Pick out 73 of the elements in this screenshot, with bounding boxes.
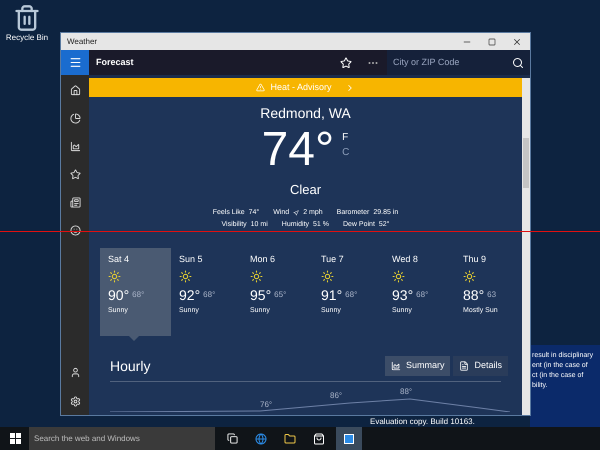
document-icon <box>459 361 470 371</box>
high-temperature: 95° <box>250 286 272 305</box>
settings-icon[interactable] <box>70 396 80 407</box>
sun-icon <box>321 270 334 283</box>
sun-icon <box>392 270 405 283</box>
build-status-text: Evaluation copy. Build 10163. <box>370 416 475 428</box>
chart-icon[interactable] <box>70 141 80 152</box>
close-icon[interactable] <box>512 36 522 46</box>
warning-icon <box>256 83 266 92</box>
smiley-icon[interactable] <box>70 225 80 236</box>
day-name: Mon 6 <box>250 252 276 266</box>
maximize-icon[interactable] <box>488 38 496 46</box>
advisory-text: Heat - Advisory <box>270 80 332 94</box>
view-toggle[interactable]: Details <box>453 356 508 376</box>
search-field[interactable]: City or ZIP Code <box>387 50 530 75</box>
chart-icon <box>390 361 401 371</box>
hourly-temperature: 86° <box>330 390 342 402</box>
user-icon[interactable] <box>70 367 80 378</box>
day-name: Tue 7 <box>321 252 345 266</box>
unit-toggle[interactable]: F <box>342 130 350 145</box>
high-temperature: 91° <box>321 286 342 305</box>
low-temperature: 65° <box>274 289 286 301</box>
app-icon <box>344 434 354 444</box>
star-icon[interactable] <box>70 169 80 180</box>
hourly-temperature: 88° <box>400 386 412 398</box>
high-temperature: 92° <box>179 286 200 305</box>
favorite-star-icon[interactable] <box>340 56 352 68</box>
day-name: Wed 8 <box>392 252 419 266</box>
low-temperature: 68° <box>345 289 358 301</box>
menu-icon <box>68 56 82 69</box>
day-name: Thu 9 <box>463 252 488 266</box>
sun-icon <box>179 270 192 283</box>
section-title: Hourly <box>110 356 152 376</box>
day-name: Sat 4 <box>108 252 130 266</box>
scrollbar-thumb[interactable] <box>523 138 529 188</box>
scrollbar[interactable] <box>522 78 530 415</box>
high-temperature: 93° <box>392 286 414 305</box>
low-temperature: 63 <box>487 289 496 301</box>
pie-chart-icon[interactable] <box>70 113 80 124</box>
current-temperature: 74° <box>262 126 334 174</box>
browser-icon[interactable] <box>255 432 267 444</box>
location-name: Redmond, WA <box>260 104 351 123</box>
menu-button[interactable] <box>61 50 89 75</box>
taskbar-search-input[interactable]: Search the web and Windows <box>34 432 210 444</box>
current-condition: Clear <box>290 181 322 199</box>
hourly-temperature: 76° <box>260 398 272 410</box>
home-icon[interactable] <box>70 85 80 96</box>
low-temperature: 68° <box>203 289 216 301</box>
store-icon[interactable] <box>313 432 325 444</box>
selection-pointer <box>129 336 139 340</box>
trash-bin-icon[interactable] <box>13 4 41 32</box>
search-icon[interactable] <box>512 56 524 68</box>
sun-icon <box>463 270 476 283</box>
day-name: Sun 5 <box>179 252 204 266</box>
search-input[interactable]: City or ZIP Code <box>393 56 512 70</box>
task-view-icon[interactable] <box>227 433 238 444</box>
folder-icon[interactable] <box>284 432 296 444</box>
news-icon[interactable] <box>70 197 80 208</box>
weather-app-taskbar-button[interactable] <box>336 427 362 450</box>
high-temperature: 90° <box>108 286 130 305</box>
unit-toggle[interactable]: C <box>342 145 350 160</box>
page-title: Forecast <box>95 56 135 69</box>
view-toggle[interactable]: Summary <box>384 356 450 376</box>
high-temperature: 88° <box>463 286 484 305</box>
wind-direction-icon <box>293 210 300 216</box>
taskbar-search-field[interactable]: Search the web and Windows <box>29 427 215 450</box>
window-title: Weather <box>66 36 98 48</box>
sun-icon <box>108 270 121 283</box>
low-temperature: 68° <box>132 289 144 301</box>
low-temperature: 68° <box>416 289 428 301</box>
sun-icon <box>250 270 263 283</box>
windows-logo-icon[interactable] <box>10 433 21 444</box>
desktop-icon-label[interactable]: Recycle Bin <box>6 32 48 44</box>
